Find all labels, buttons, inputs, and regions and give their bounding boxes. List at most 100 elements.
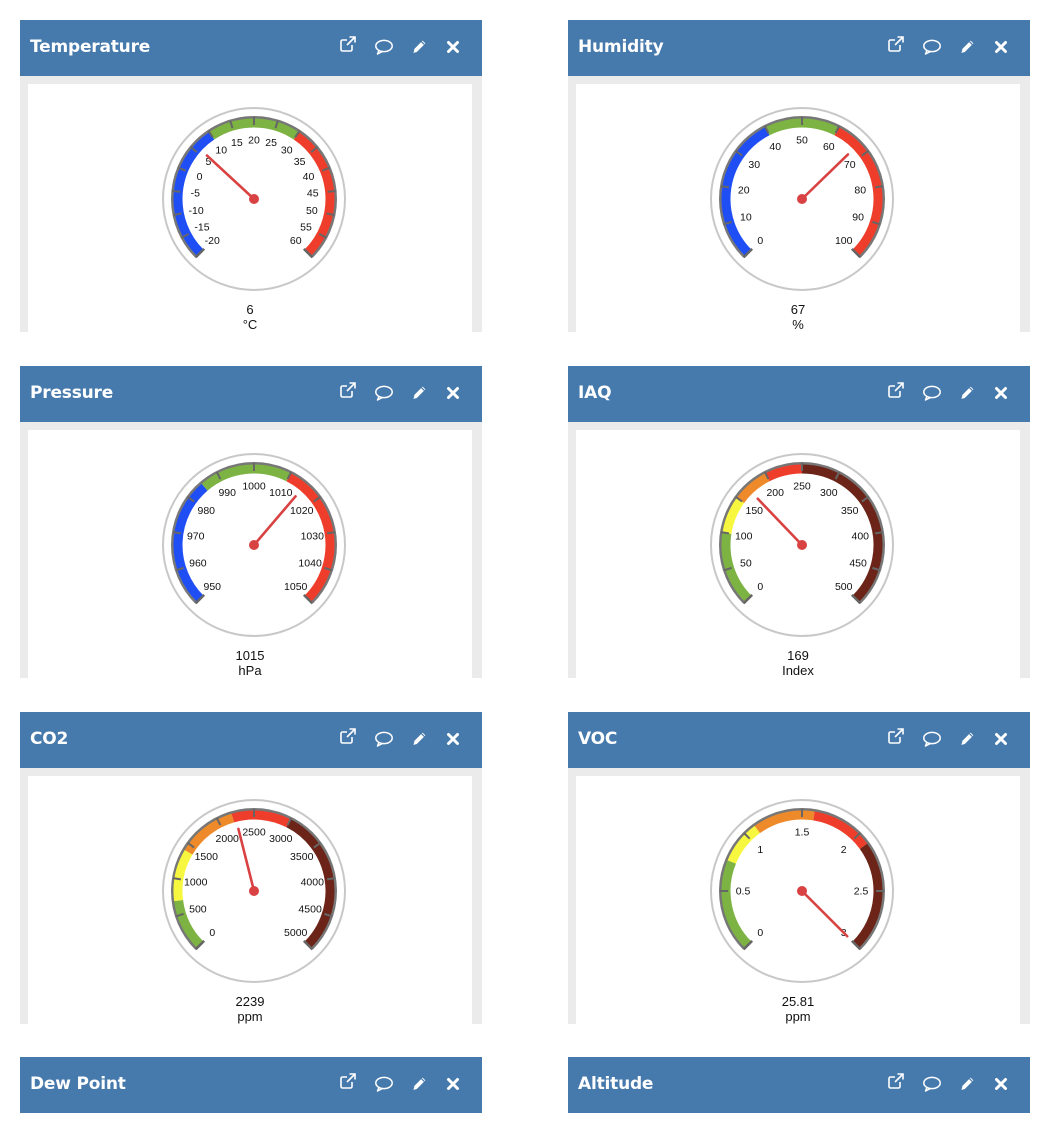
external-link-icon[interactable] [336, 378, 360, 402]
panel-pressure: Pressure 950 960 970 980 990 1000 1010 1020 1030… [20, 366, 482, 678]
gauge-tick [874, 531, 884, 535]
comment-icon[interactable] [920, 381, 944, 405]
gauge-tick-label: 35 [294, 156, 306, 168]
pencil-icon[interactable] [407, 727, 431, 751]
pencil-icon[interactable] [955, 381, 979, 405]
panel-body: 00.511.522.53 25.81 ppm [568, 768, 1030, 1024]
gauge-tick [172, 877, 182, 881]
panel-header: IAQ [568, 366, 1030, 422]
external-link-icon[interactable] [336, 1069, 360, 1093]
comment-icon[interactable] [920, 727, 944, 751]
pencil-icon[interactable] [955, 727, 979, 751]
close-icon[interactable] [441, 727, 465, 751]
gauge-tick-label: 960 [189, 558, 207, 570]
comment-icon[interactable] [920, 1072, 944, 1096]
pencil-icon[interactable] [407, 1072, 431, 1096]
gauge-hub [797, 540, 807, 550]
gauge-tick-label: 450 [849, 558, 867, 570]
gauge-tick-label: 30 [748, 159, 760, 171]
close-icon[interactable] [989, 35, 1013, 59]
gauge-hub [797, 886, 807, 896]
panel-header: VOC [568, 712, 1030, 768]
close-icon[interactable] [441, 381, 465, 405]
pencil-icon[interactable] [955, 1072, 979, 1096]
gauge-tick-label: 250 [793, 481, 811, 493]
panel-title: Altitude [578, 1074, 654, 1094]
gauge-container: 0 10 20 30 40 50 60 70 80 90 100 67 % [576, 84, 1020, 332]
gauge-tick-label: 1040 [298, 558, 322, 570]
gauge-unit: % [792, 317, 804, 332]
gauge-tick-label: 80 [854, 184, 866, 196]
gauge-tick-label: 4500 [298, 904, 322, 916]
gauge-tick [720, 185, 730, 189]
gauge-tick-label: 20 [738, 184, 750, 196]
gauge-tick-label: 100 [835, 235, 853, 247]
gauge-tick [172, 531, 182, 535]
gauge-tick-label: 1 [757, 844, 763, 856]
panel-title: Pressure [30, 383, 114, 403]
gauge-tick-label: 990 [218, 487, 236, 499]
panel-body: -20 -15 -10 -5 0 5 10 15 20 25 30 35 40 45 50 55 60 6 °C [20, 76, 482, 332]
gauge-hub [797, 194, 807, 204]
external-link-icon[interactable] [336, 724, 360, 748]
pencil-icon[interactable] [955, 35, 979, 59]
gauge: 00.511.522.53 [710, 799, 894, 983]
gauge: 0500 1000 1500 200025003000 3500 4000 4500 5000 [162, 799, 346, 983]
gauge-tick-label: 90 [852, 212, 864, 224]
close-icon[interactable] [989, 381, 1013, 405]
gauge-tick-label: 2500 [242, 827, 266, 839]
close-icon[interactable] [989, 727, 1013, 751]
external-link-icon[interactable] [884, 32, 908, 56]
comment-icon[interactable] [920, 35, 944, 59]
external-link-icon[interactable] [884, 1069, 908, 1093]
gauge-value: 67 [790, 302, 806, 317]
comment-icon[interactable] [372, 1072, 396, 1096]
gauge-tick-label: 50 [306, 205, 318, 217]
gauge-tick-label: 1010 [269, 487, 293, 499]
panel-voc: VOC 00.511.522.53 25.81 ppm [568, 712, 1030, 1024]
gauge-container: 0 500 1000 1500 2000 2500 3000 3500 4000 4500 5000… [28, 776, 472, 1024]
gauge-tick-label: 1000 [184, 876, 208, 888]
gauge-unit: °C [242, 317, 258, 332]
panel-header: Altitude [568, 1057, 1030, 1113]
gauge-tick-label: 1020 [290, 505, 314, 517]
gauge-tick-label: 4000 [301, 876, 325, 888]
gauge-hub [249, 886, 259, 896]
gauge-unit: Index [782, 663, 814, 678]
gauge-tick-label: 0.5 [736, 886, 751, 898]
gauge-tick-label: 1.5 [795, 827, 810, 839]
gauge-unit: hPa [238, 663, 262, 678]
panel-header: CO2 [20, 712, 482, 768]
gauge-tick-label: 50 [796, 135, 808, 147]
gauge-container: -20 -15 -10 -5 0 5 10 15 20 25 30 35 40 45 50 55 60 6 °C [28, 84, 472, 332]
panel-header: Pressure [20, 366, 482, 422]
panel-title: Temperature [30, 37, 151, 57]
close-icon[interactable] [989, 1072, 1013, 1096]
close-icon[interactable] [441, 1072, 465, 1096]
external-link-icon[interactable] [884, 378, 908, 402]
panel-title: CO2 [30, 729, 69, 749]
comment-icon[interactable] [372, 727, 396, 751]
gauge-tick-label: 40 [769, 141, 781, 153]
gauge-tick-label: 1050 [284, 581, 308, 593]
gauge-tick-label: 5000 [284, 927, 308, 939]
panel-body: 0 10 20 30 40 50 60 70 80 90 100 67 % [568, 76, 1030, 332]
gauge-tick-label: 10 [215, 144, 227, 156]
gauge-tick-label: 400 [852, 530, 870, 542]
panel-header: Humidity [568, 20, 1030, 76]
gauge-tick-label: 50 [740, 558, 752, 570]
gauge-container: 00.511.522.53 25.81 ppm [576, 776, 1020, 1024]
close-icon[interactable] [441, 35, 465, 59]
comment-icon[interactable] [372, 35, 396, 59]
comment-icon[interactable] [372, 381, 396, 405]
gauge-tick [327, 189, 336, 193]
pencil-icon[interactable] [407, 35, 431, 59]
gauge-tick-label: 40 [303, 171, 315, 183]
gauge-tick-label: 60 [290, 235, 302, 247]
external-link-icon[interactable] [884, 724, 908, 748]
gauge-hub [249, 194, 259, 204]
pencil-icon[interactable] [407, 381, 431, 405]
external-link-icon[interactable] [336, 32, 360, 56]
gauge: 950 960 970 980990 10001010 1020 1030 1040 1050 [162, 453, 346, 637]
gauge-tick-label: 500 [189, 904, 207, 916]
